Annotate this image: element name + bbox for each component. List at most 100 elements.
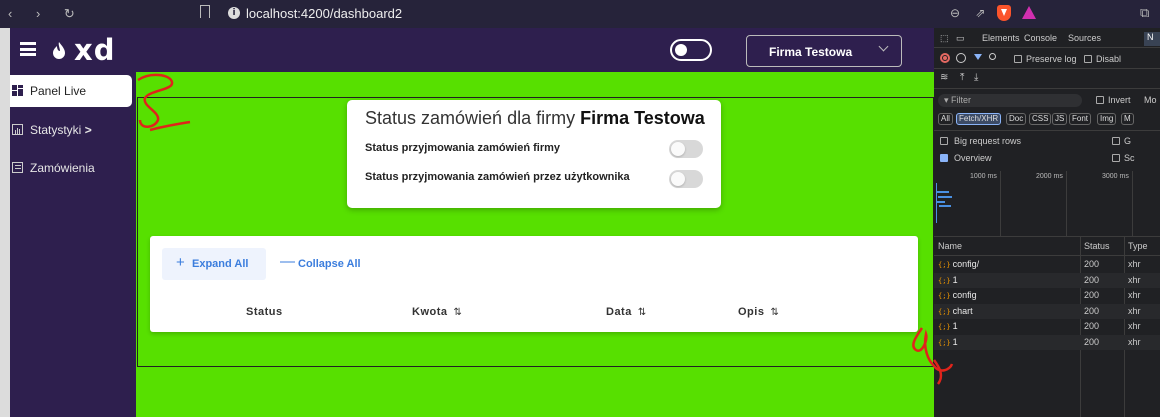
download-icon[interactable]: ⤓ [974, 72, 978, 83]
sidebar-item-zamowienia[interactable]: Zamówienia [10, 152, 132, 184]
request-row[interactable]: {;} 1 200 xhr [934, 319, 1160, 334]
sidebar-item-panel-live[interactable]: Panel Live [10, 75, 132, 107]
request-row[interactable]: {;} config/200 xhr [934, 257, 1160, 272]
tab-network[interactable]: N [1144, 32, 1160, 46]
toggle-knob [675, 44, 687, 56]
column-header-name[interactable]: Name [938, 241, 962, 251]
filter-icon[interactable] [974, 54, 982, 60]
request-status: 200 [1084, 336, 1100, 347]
screenshots-checkbox[interactable] [1112, 154, 1120, 162]
divider [934, 88, 1160, 89]
app-header: xd Firma Testowa [10, 28, 934, 72]
user-status-label: Status przyjmowania zamówień przez użytk… [365, 171, 630, 183]
logo-flame-icon [53, 42, 65, 59]
timeline-bars [936, 183, 952, 223]
tab-console[interactable]: Console [1024, 33, 1057, 43]
request-type: xhr [1128, 259, 1141, 269]
device-toolbar-icon[interactable]: ▭ [956, 33, 965, 44]
collapse-all-button[interactable]: — Collapse All [280, 248, 380, 280]
company-select-value: Firma Testowa [769, 45, 853, 59]
request-status: 200 [1084, 321, 1100, 331]
invert-label: Invert [1108, 95, 1131, 105]
sidebar-item-statystyki[interactable]: Statystyki > [10, 114, 132, 146]
company-status-toggle[interactable] [669, 140, 703, 158]
request-type: xhr [1128, 321, 1141, 331]
minus-icon: — [280, 253, 295, 270]
chip-more[interactable]: M [1121, 113, 1134, 125]
request-status: 200 [1084, 259, 1100, 269]
extensions-icon[interactable]: ⧉ [1140, 5, 1149, 21]
devtools-tabs: ⬚ ▭ Elements Console Sources N [934, 28, 1160, 48]
browser-nav-buttons[interactable]: ‹ › ↻ [8, 6, 85, 22]
clear-icon[interactable] [956, 53, 966, 63]
sidebar-item-label: Zamówienia [30, 161, 95, 175]
chip-css[interactable]: CSS [1029, 113, 1052, 125]
column-header-opis[interactable]: Opis ⇅ [738, 306, 779, 318]
request-row[interactable]: {;} config 200 xhr [934, 288, 1160, 303]
network-filter-input[interactable]: ▾ Filter [938, 94, 1082, 107]
chip-doc[interactable]: Doc [1006, 113, 1027, 125]
theme-toggle[interactable] [670, 39, 712, 61]
address-bar[interactable]: localhost:4200/dashboard2 [246, 6, 402, 21]
request-name: {;} 1 [938, 336, 958, 347]
sort-icon: ⇅ [637, 307, 647, 318]
hamburger-menu-icon[interactable] [20, 42, 36, 56]
timeline-tick: 1000 ms [970, 173, 997, 180]
divider [934, 68, 1160, 69]
screenshot-frame: ‹ › ↻ i localhost:4200/dashboard2 ⊖ ⇗ | … [0, 0, 1160, 417]
site-info-icon[interactable]: i [228, 7, 240, 19]
sidebar: Panel Live Statystyki > Zamówienia [10, 72, 136, 417]
group-checkbox[interactable] [1112, 137, 1120, 145]
tab-sources[interactable]: Sources [1068, 33, 1101, 43]
request-row[interactable]: {;} chart 200 xhr [934, 303, 1160, 319]
column-header-data[interactable]: Data ⇅ [606, 306, 647, 318]
request-name: {;} chart [938, 305, 973, 316]
grid-line [1066, 171, 1067, 237]
grid-line [1000, 171, 1001, 237]
request-row[interactable]: {;} 1 200 xhr [934, 272, 1160, 288]
inspect-icon[interactable]: ⬚ [940, 33, 949, 44]
chip-img[interactable]: Img [1097, 113, 1117, 125]
chip-fetch-xhr[interactable]: Fetch/XHR [956, 113, 1002, 125]
search-icon[interactable] [989, 53, 996, 60]
request-type: xhr [1128, 274, 1141, 285]
wifi-icon[interactable]: ≋ [940, 72, 948, 83]
chip-font[interactable]: Font [1069, 113, 1092, 125]
plus-icon: + [176, 254, 185, 271]
network-overview[interactable]: 1000 ms 2000 ms 3000 ms [934, 171, 1160, 237]
sidebar-item-label: Panel Live [30, 84, 87, 98]
preserve-log-checkbox[interactable] [1014, 55, 1022, 63]
column-header-kwota[interactable]: Kwota ⇅ [412, 306, 462, 318]
big-request-rows-checkbox[interactable] [940, 137, 948, 145]
xhr-icon: {;} [938, 307, 951, 316]
upload-icon[interactable]: ⤒ [960, 72, 964, 83]
company-select[interactable]: Firma Testowa [746, 35, 902, 67]
overview-checkbox[interactable] [940, 154, 948, 162]
column-header-status[interactable]: Status [1084, 241, 1110, 251]
sort-icon: ⇅ [770, 307, 780, 318]
column-header-type[interactable]: Type [1128, 241, 1148, 251]
status-card: Status zamówień dla firmy Firma Testowa … [347, 100, 721, 208]
request-status: 200 [1084, 305, 1100, 316]
expand-all-button[interactable]: + Expand All [162, 248, 266, 280]
request-row[interactable]: {;} 1 200 xhr [934, 334, 1160, 350]
orders-table: + Expand All — Collapse All Status Kwota… [150, 236, 918, 332]
preserve-log-label: Preserve log [1026, 54, 1077, 64]
user-status-toggle[interactable] [669, 170, 703, 188]
invert-checkbox[interactable] [1096, 96, 1104, 104]
record-icon[interactable] [940, 53, 950, 63]
request-name: {;} config/ [938, 259, 980, 269]
dashboard-icon [12, 85, 23, 96]
tab-elements[interactable]: Elements [982, 33, 1020, 43]
logo-text: xd [74, 33, 116, 67]
brave-shields-icon[interactable] [997, 5, 1011, 21]
xhr-icon: {;} [938, 323, 951, 331]
brave-rewards-icon[interactable] [1022, 6, 1036, 19]
request-name: {;} config [938, 290, 977, 300]
chip-all[interactable]: All [938, 113, 953, 125]
sort-icon: ⇅ [453, 307, 463, 318]
disable-cache-checkbox[interactable] [1084, 55, 1092, 63]
column-header-status[interactable]: Status [246, 306, 283, 318]
bookmark-icon[interactable] [200, 5, 210, 18]
chip-js[interactable]: JS [1052, 113, 1068, 125]
